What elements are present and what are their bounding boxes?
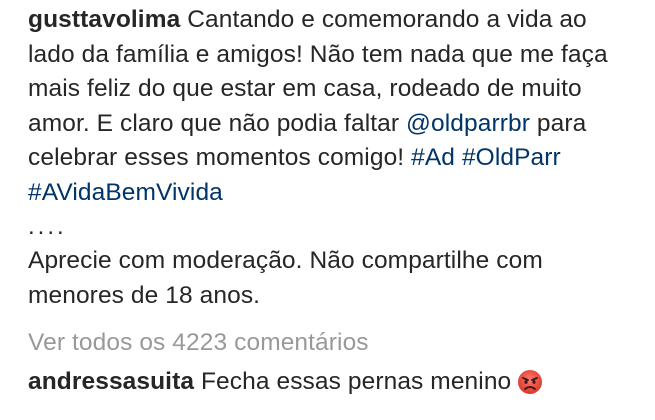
comment-text: Fecha essas pernas menino <box>194 367 512 395</box>
disclaimer-line-1: Aprecie com moderação. Não compartilhe c… <box>28 247 543 274</box>
comment-row: andressasuita Fecha essas pernas menino <box>28 365 655 406</box>
caption-username[interactable]: gusttavolima <box>28 6 180 33</box>
caption-line-2: lado da família e amigos! Não tem nada q… <box>28 40 608 68</box>
caption-line-5: celebrar esses momentos comigo! #Ad #Old… <box>28 141 655 176</box>
hashtag-link[interactable]: #OldParr <box>462 144 561 171</box>
disclaimer-line-2: menores de 18 anos. <box>28 281 261 309</box>
angry-face-icon <box>517 369 543 406</box>
caption-line-3: mais feliz do que estar em casa, rodeado… <box>28 75 582 102</box>
caption-line-6: #AVidaBemVivida <box>28 176 655 211</box>
caption-line-4: amor. E claro que não podia faltar @oldp… <box>28 107 655 142</box>
view-all-comments-link[interactable]: Ver todos os 4223 comentários <box>28 326 655 361</box>
hashtag-link[interactable]: #Ad <box>411 144 455 171</box>
caption-text: celebrar esses momentos comigo! <box>28 144 412 171</box>
comment-username[interactable]: andressasuita <box>28 368 194 395</box>
mention-link[interactable]: @oldparrbr <box>406 110 530 137</box>
caption-text: Cantando e comemorando a vida ao <box>180 6 587 33</box>
caption-separator-dots: .... <box>28 213 67 240</box>
caption-line-1: gusttavolima Cantando e comemorando a vi… <box>28 3 655 38</box>
hashtag-link[interactable]: #AVidaBemVivida <box>28 179 223 206</box>
caption-text: para <box>529 109 587 137</box>
instagram-post-caption-area: gusttavolima Cantando e comemorando a vi… <box>28 0 655 405</box>
caption-text: amor. E claro que não podia faltar <box>28 109 407 137</box>
